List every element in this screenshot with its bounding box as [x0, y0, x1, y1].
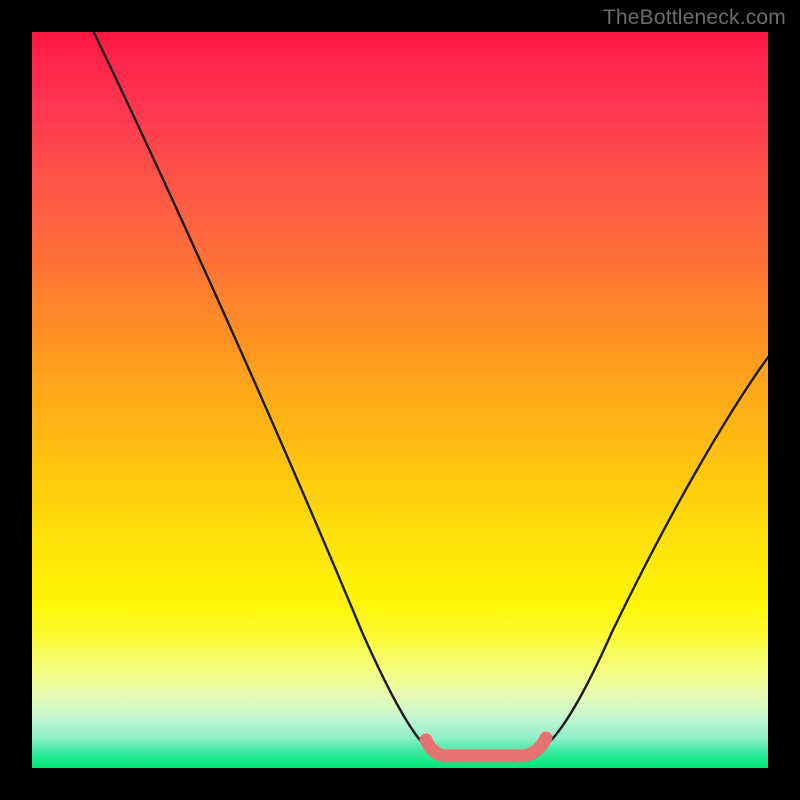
curve-layer — [32, 32, 768, 768]
watermark-text: TheBottleneck.com — [603, 6, 786, 30]
plot-area — [32, 32, 768, 768]
chart-frame: TheBottleneck.com — [0, 0, 800, 800]
min-plateau-band — [426, 738, 546, 756]
bottleneck-curve — [84, 32, 768, 754]
